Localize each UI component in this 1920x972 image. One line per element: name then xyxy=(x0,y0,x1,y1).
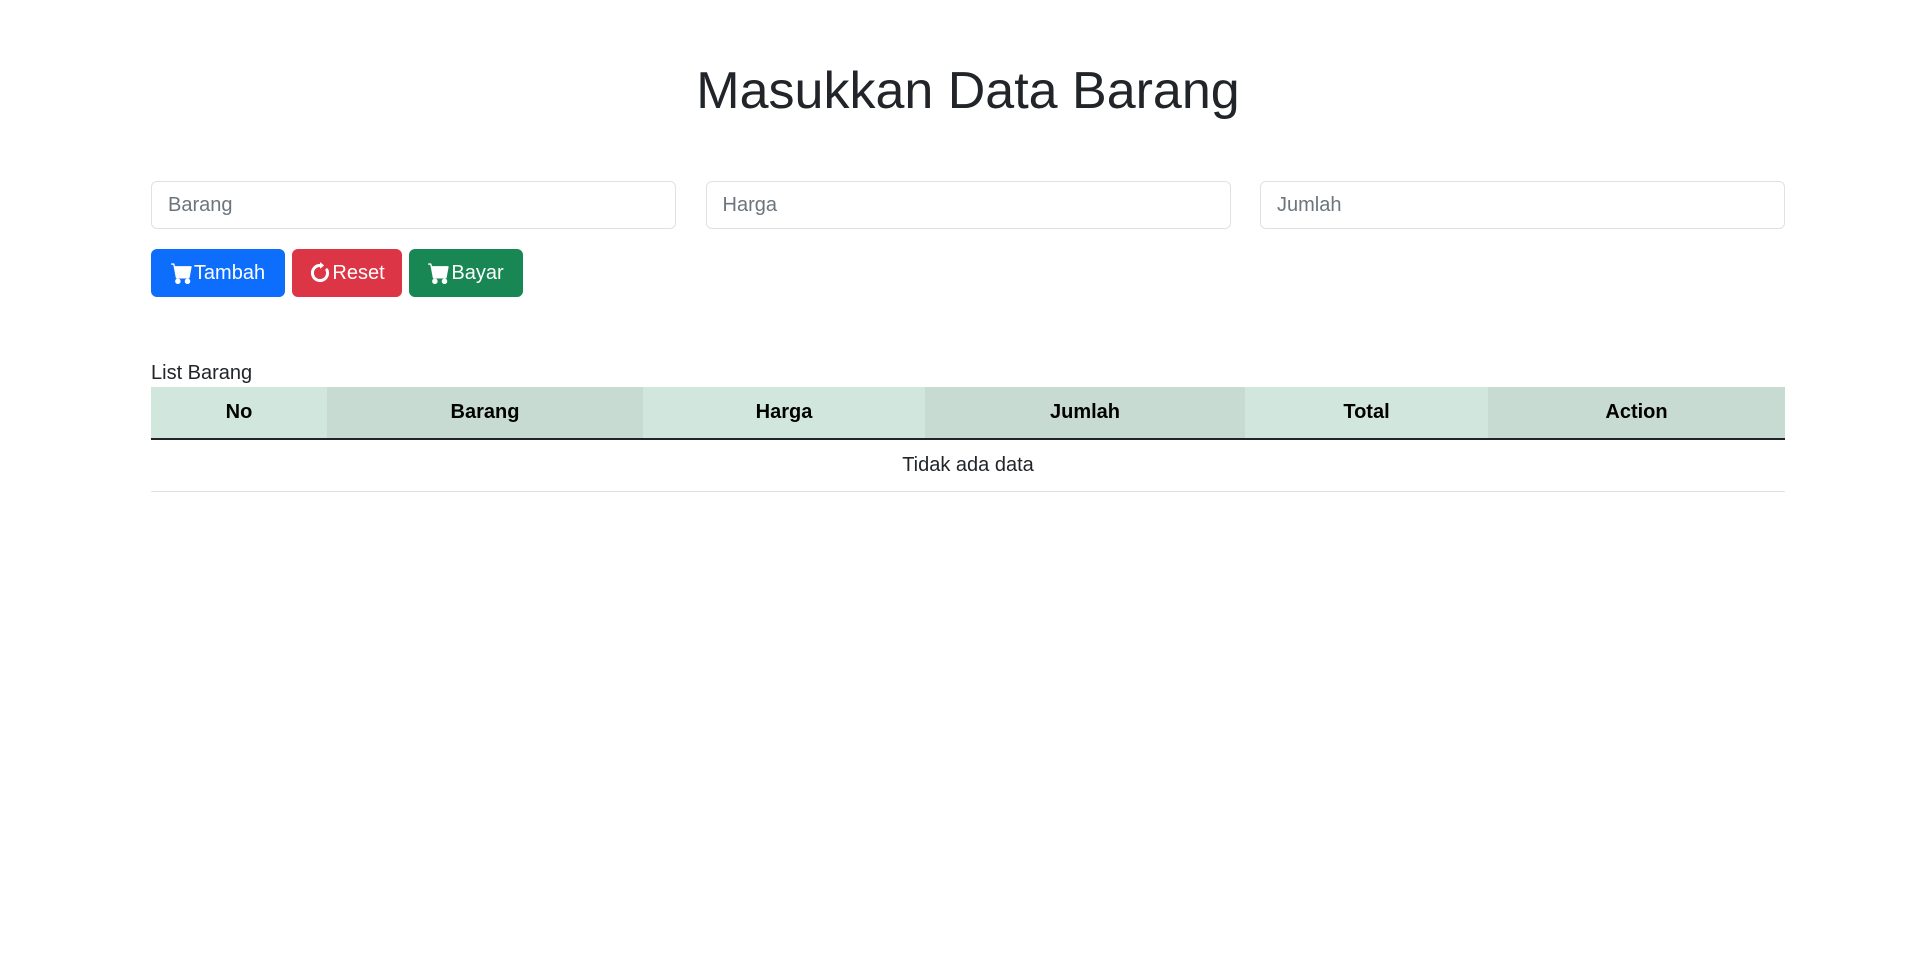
header-harga: Harga xyxy=(643,387,925,440)
empty-message: Tidak ada data xyxy=(151,439,1785,492)
header-jumlah: Jumlah xyxy=(925,387,1245,440)
header-total: Total xyxy=(1245,387,1488,440)
button-row: Tambah Reset Bayar xyxy=(151,249,523,297)
harga-input[interactable] xyxy=(705,181,1231,229)
cart-plus-icon xyxy=(170,263,192,284)
bayar-label: Bayar xyxy=(451,261,504,284)
header-no: No xyxy=(151,387,327,440)
cart-icon xyxy=(428,263,449,284)
list-caption: List Barang xyxy=(151,362,253,384)
header-barang: Barang xyxy=(327,387,643,440)
tambah-button[interactable]: Tambah xyxy=(151,249,285,297)
header-action: Action xyxy=(1488,387,1785,440)
reset-label: Reset xyxy=(332,261,385,284)
table-row: Tidak ada data xyxy=(151,439,1785,492)
barang-input[interactable] xyxy=(151,181,676,229)
items-table: No Barang Harga Jumlah Total Action Tida… xyxy=(151,387,1785,492)
jumlah-input[interactable] xyxy=(1260,181,1785,229)
table-header-row: No Barang Harga Jumlah Total Action xyxy=(151,387,1785,440)
refresh-icon xyxy=(311,262,330,283)
reset-button[interactable]: Reset xyxy=(292,249,402,297)
page-title: Masukkan Data Barang xyxy=(696,62,1240,120)
tambah-label: Tambah xyxy=(193,261,266,284)
input-row xyxy=(151,181,1785,229)
bayar-button[interactable]: Bayar xyxy=(409,249,523,297)
